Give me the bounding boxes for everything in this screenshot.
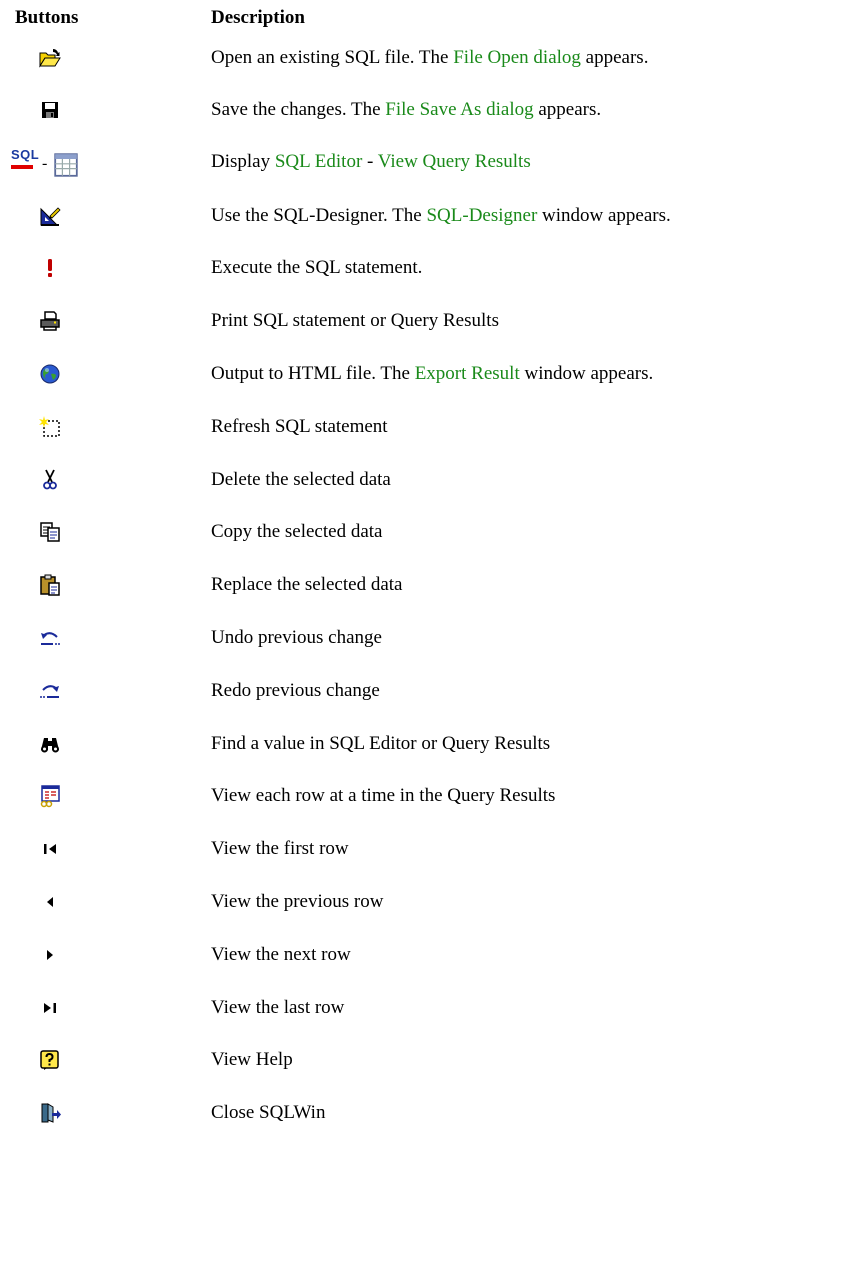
globe-icon[interactable] bbox=[38, 362, 62, 386]
list-item: View each row at a time in the Query Res… bbox=[0, 770, 854, 822]
list-item: Execute the SQL statement. bbox=[0, 242, 854, 294]
query-results-grid-icon[interactable] bbox=[54, 153, 78, 177]
description-text: Use the SQL-Designer. The SQL-Designer w… bbox=[211, 205, 671, 226]
copy-icon[interactable] bbox=[38, 520, 62, 544]
exit-door-icon[interactable] bbox=[38, 1101, 62, 1125]
description-text: Display SQL Editor - View Query Results bbox=[211, 151, 531, 172]
list-item: Undo previous change bbox=[0, 612, 854, 664]
list-item: View the next row bbox=[0, 929, 854, 981]
list-item: Delete the selected data bbox=[0, 454, 854, 506]
list-item: SQL - Display SQL Editor - View Query Re… bbox=[0, 136, 854, 188]
description-text: Copy the selected data bbox=[211, 521, 383, 542]
description-text: Execute the SQL statement. bbox=[211, 257, 423, 278]
help-icon[interactable] bbox=[38, 1048, 62, 1072]
description-text: Output to HTML file. The Export Result w… bbox=[211, 363, 654, 384]
buttons-column-header: Buttons bbox=[15, 7, 79, 28]
list-item: Print SQL statement or Query Results bbox=[0, 295, 854, 347]
description-text: Close SQLWin bbox=[211, 1102, 326, 1123]
view-query-results-link[interactable]: View Query Results bbox=[378, 151, 531, 172]
list-item: Save the changes. The File Save As dialo… bbox=[0, 84, 854, 136]
scissors-icon[interactable] bbox=[38, 468, 62, 492]
sql-designer-icon[interactable] bbox=[38, 204, 62, 228]
sql-designer-link[interactable]: SQL-Designer bbox=[426, 205, 537, 226]
sql-icon-label: SQL bbox=[11, 147, 40, 162]
description-text: View each row at a time in the Query Res… bbox=[211, 785, 556, 806]
description-text: Replace the selected data bbox=[211, 574, 403, 595]
next-row-icon[interactable] bbox=[38, 943, 62, 967]
description-text: Find a value in SQL Editor or Query Resu… bbox=[211, 733, 551, 754]
last-row-icon[interactable] bbox=[38, 996, 62, 1020]
new-document-icon[interactable] bbox=[38, 415, 62, 439]
description-text: Undo previous change bbox=[211, 627, 382, 648]
description-text: View the last row bbox=[211, 997, 345, 1018]
save-disk-icon[interactable] bbox=[38, 98, 62, 122]
description-text: View the next row bbox=[211, 944, 351, 965]
list-item: View Help bbox=[0, 1034, 854, 1086]
description-text: View the first row bbox=[211, 838, 349, 859]
list-item: Output to HTML file. The Export Result w… bbox=[0, 348, 854, 400]
redo-icon[interactable] bbox=[38, 679, 62, 703]
description-text: Delete the selected data bbox=[211, 469, 391, 490]
list-item: Replace the selected data bbox=[0, 559, 854, 611]
list-item: Refresh SQL statement bbox=[0, 401, 854, 453]
list-item: Use the SQL-Designer. The SQL-Designer w… bbox=[0, 190, 854, 242]
printer-icon[interactable] bbox=[38, 309, 62, 333]
paste-icon[interactable] bbox=[38, 573, 62, 597]
list-item: View the first row bbox=[0, 823, 854, 875]
undo-icon[interactable] bbox=[38, 626, 62, 650]
description-text: View Help bbox=[211, 1049, 293, 1070]
binoculars-icon[interactable] bbox=[38, 732, 62, 756]
list-item: Copy the selected data bbox=[0, 506, 854, 558]
description-text: View the previous row bbox=[211, 891, 384, 912]
description-column-header: Description bbox=[211, 7, 305, 28]
description-text: Redo previous change bbox=[211, 680, 380, 701]
list-item: Redo previous change bbox=[0, 665, 854, 717]
list-item: Close SQLWin bbox=[0, 1087, 854, 1139]
file-open-dialog-link[interactable]: File Open dialog bbox=[453, 47, 581, 68]
sql-editor-link[interactable]: SQL Editor bbox=[275, 151, 362, 172]
description-text: Print SQL statement or Query Results bbox=[211, 310, 499, 331]
open-folder-icon[interactable] bbox=[38, 46, 62, 70]
sql-editor-icon[interactable]: SQL - bbox=[11, 147, 111, 177]
description-text: Save the changes. The File Save As dialo… bbox=[211, 99, 602, 120]
list-item: View the previous row bbox=[0, 876, 854, 928]
first-row-icon[interactable] bbox=[38, 837, 62, 861]
list-item: Open an existing SQL file. The File Open… bbox=[0, 32, 854, 84]
file-save-as-dialog-link[interactable]: File Save As dialog bbox=[385, 99, 533, 120]
form-view-icon[interactable] bbox=[38, 784, 62, 808]
exclamation-icon[interactable] bbox=[38, 256, 62, 280]
description-text: Open an existing SQL file. The File Open… bbox=[211, 47, 649, 68]
previous-row-icon[interactable] bbox=[38, 890, 62, 914]
export-result-link[interactable]: Export Result bbox=[415, 363, 520, 384]
description-text: Refresh SQL statement bbox=[211, 416, 388, 437]
list-item: View the last row bbox=[0, 982, 854, 1034]
list-item: Find a value in SQL Editor or Query Resu… bbox=[0, 718, 854, 770]
